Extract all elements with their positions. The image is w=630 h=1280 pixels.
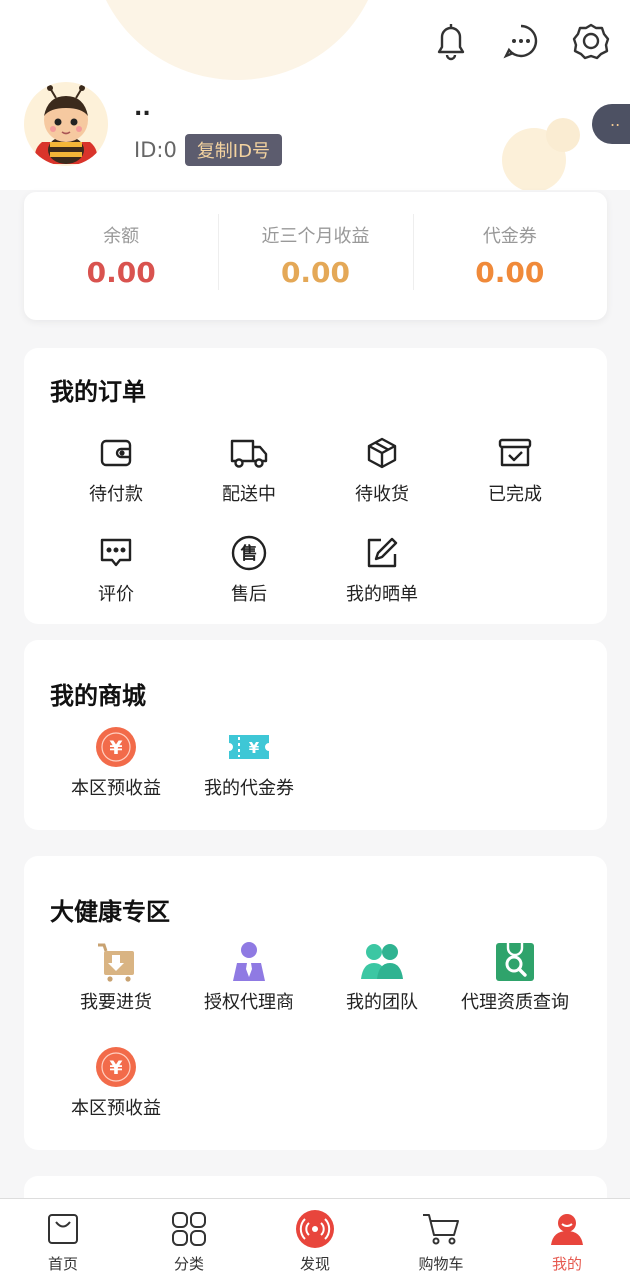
health-label: 我要进货 (80, 992, 152, 1013)
tab-label: 我的 (551, 1255, 582, 1273)
health-label: 授权代理商 (204, 992, 294, 1013)
order-label: 配送中 (222, 484, 276, 505)
yen-coin-icon: ¥ (51, 726, 181, 768)
tab-label: 发现 (299, 1255, 330, 1273)
health-card: 大健康专区 我要进货 授权代理商 我的团队 代理资质查询 ¥ 本区预收益 (24, 856, 607, 1150)
stat-value: 0.00 (280, 256, 351, 289)
orders-card: 我的订单 待付款 配送中 待收货 已完成 评价 售 售后 我的晒单 (24, 348, 607, 624)
mall-coupons[interactable]: ¥ 我的代金券 (184, 726, 314, 800)
coupon-icon: ¥ (184, 726, 314, 768)
search-bag-icon (450, 940, 580, 982)
tab-discover[interactable]: 发现 (252, 1199, 378, 1280)
health-restock[interactable]: 我要进货 (51, 940, 181, 1014)
health-authorized-agent[interactable]: 授权代理商 (184, 940, 314, 1014)
health-label: 我的团队 (346, 992, 418, 1013)
bell-icon[interactable] (428, 18, 474, 64)
health-label: 代理资质查询 (461, 992, 569, 1013)
svg-text:售: 售 (241, 543, 258, 564)
home-bag-icon (0, 1209, 126, 1249)
tab-cart[interactable]: 购物车 (378, 1199, 504, 1280)
restock-cart-icon (51, 940, 181, 982)
team-icon (317, 940, 447, 982)
mall-title: 我的商城 (50, 682, 146, 710)
stat-label: 近三个月收益 (261, 226, 370, 247)
decor-circle (546, 118, 580, 152)
agent-person-icon (184, 940, 314, 982)
bottom-tab-bar: 首页 分类 发现 购物车 我的 (0, 1198, 630, 1280)
cart-icon (378, 1209, 504, 1249)
order-after-sale[interactable]: 售 售后 (184, 532, 314, 606)
stat-label: 余额 (103, 226, 140, 247)
orders-title: 我的订单 (50, 378, 146, 406)
completed-box-icon (450, 432, 580, 474)
svg-text:¥: ¥ (249, 739, 260, 757)
stat-balance[interactable]: 余额 0.00 (24, 192, 218, 320)
tab-home[interactable]: 首页 (0, 1199, 126, 1280)
order-shipping[interactable]: 配送中 (184, 432, 314, 506)
order-review[interactable]: 评价 (51, 532, 181, 606)
tab-category[interactable]: 分类 (126, 1199, 252, 1280)
message-icon[interactable] (498, 18, 544, 64)
health-pre-earnings[interactable]: ¥ 本区预收益 (51, 1046, 181, 1120)
order-completed[interactable]: 已完成 (450, 432, 580, 506)
user-id-row: ID:0 复制ID号 (134, 134, 282, 166)
mall-pre-earnings[interactable]: ¥ 本区预收益 (51, 726, 181, 800)
health-title: 大健康专区 (50, 898, 170, 926)
stat-label: 代金券 (482, 226, 537, 247)
side-menu-pill[interactable]: .. (592, 104, 630, 144)
health-agent-qualification[interactable]: 代理资质查询 (450, 940, 580, 1014)
order-label: 评价 (98, 584, 134, 605)
order-label: 待付款 (89, 484, 143, 505)
box-icon (317, 432, 447, 474)
stat-earnings[interactable]: 近三个月收益 0.00 (218, 192, 412, 320)
wallet-icon (51, 432, 181, 474)
header-actions (428, 18, 614, 64)
after-sale-icon: 售 (184, 532, 314, 574)
mall-label: 我的代金券 (204, 778, 294, 799)
order-awaiting-receipt[interactable]: 待收货 (317, 432, 447, 506)
stat-value: 0.00 (475, 256, 545, 289)
order-label: 售后 (231, 584, 267, 605)
user-id: ID:0 (134, 138, 177, 162)
svg-text:¥: ¥ (109, 1057, 122, 1079)
order-my-reviews[interactable]: 我的晒单 (317, 532, 447, 606)
nickname: .. (134, 96, 151, 121)
comment-icon (51, 532, 181, 574)
tab-label: 首页 (47, 1255, 78, 1273)
yen-coin-icon: ¥ (51, 1046, 181, 1088)
copy-id-button[interactable]: 复制ID号 (184, 134, 282, 166)
truck-icon (184, 432, 314, 474)
profile-icon (504, 1209, 630, 1249)
svg-text:¥: ¥ (109, 737, 122, 759)
tab-label: 购物车 (418, 1255, 464, 1273)
mall-label: 本区预收益 (71, 778, 161, 799)
order-label: 我的晒单 (346, 584, 418, 605)
discover-icon (252, 1209, 378, 1249)
decor-circle (92, 0, 382, 80)
health-my-team[interactable]: 我的团队 (317, 940, 447, 1014)
tab-profile[interactable]: 我的 (504, 1199, 630, 1280)
tab-label: 分类 (173, 1255, 204, 1273)
edit-icon (317, 532, 447, 574)
health-label: 本区预收益 (71, 1098, 161, 1119)
order-label: 已完成 (488, 484, 542, 505)
stats-card: 余额 0.00 近三个月收益 0.00 代金券 0.00 (24, 192, 607, 320)
mall-card: 我的商城 ¥ 本区预收益 ¥ 我的代金券 (24, 640, 607, 830)
order-label: 待收货 (355, 484, 409, 505)
order-pending-payment[interactable]: 待付款 (51, 432, 181, 506)
stat-coupon[interactable]: 代金券 0.00 (412, 192, 607, 320)
stat-value: 0.00 (86, 256, 156, 289)
category-icon (126, 1209, 252, 1249)
settings-icon[interactable] (568, 18, 614, 64)
avatar[interactable] (24, 82, 108, 166)
